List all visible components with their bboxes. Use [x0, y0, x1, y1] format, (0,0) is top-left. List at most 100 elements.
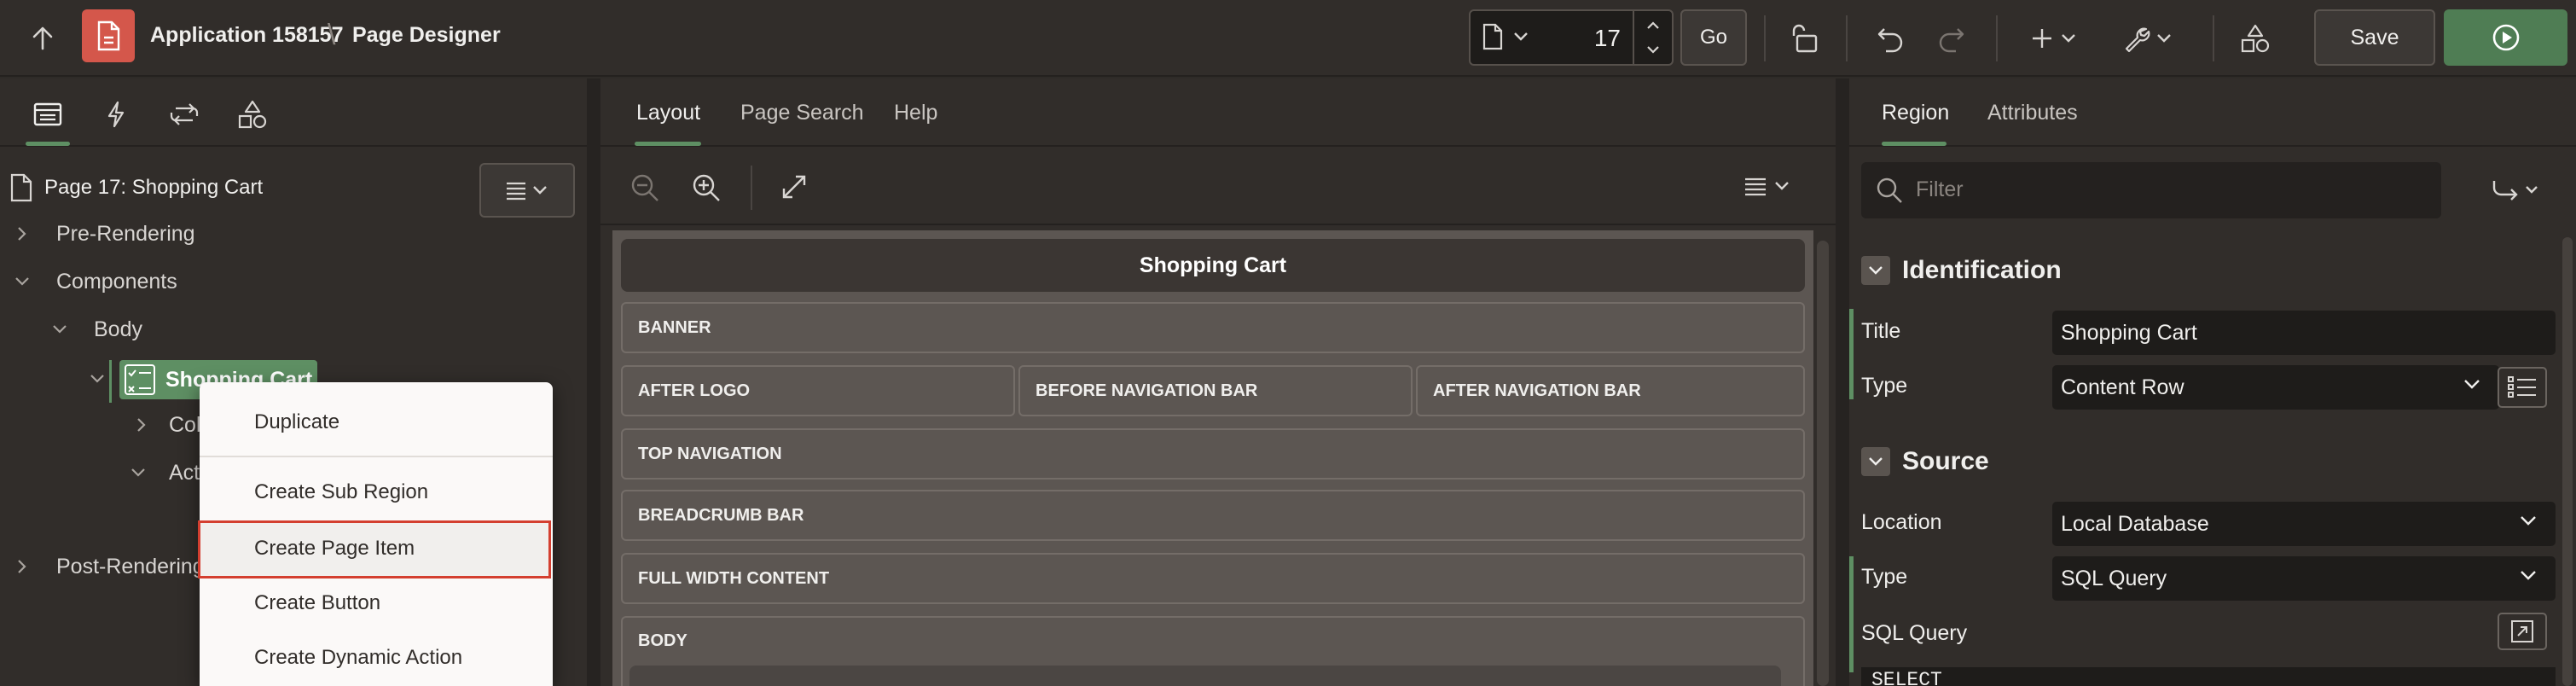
property-filter[interactable]: [1861, 162, 2441, 218]
property-location-select[interactable]: Local Database: [2052, 502, 2556, 546]
chevron-down-icon[interactable]: [14, 273, 31, 290]
chevron-down-icon[interactable]: [130, 464, 147, 481]
utilities-menu-button[interactable]: [2117, 12, 2182, 65]
chevron-down-icon[interactable]: [1513, 32, 1529, 42]
tab-region[interactable]: Region: [1882, 101, 1949, 125]
tree-node-columns[interactable]: Col: [133, 408, 201, 442]
property-source-type-select[interactable]: SQL Query: [2052, 556, 2556, 601]
collapse-toggle[interactable]: [1861, 256, 1890, 285]
collapse-toggle[interactable]: [1861, 447, 1890, 476]
layout-toolbar: [600, 148, 1836, 225]
page-selector[interactable]: 17: [1469, 9, 1674, 66]
zoom-in-icon[interactable]: [691, 172, 722, 203]
zoom-out-icon[interactable]: [629, 172, 660, 203]
chevron-down-icon[interactable]: [89, 370, 106, 387]
menu-item-create-button[interactable]: Create Button: [200, 577, 553, 630]
canvas-page-title[interactable]: Shopping Cart: [621, 239, 1805, 292]
application-icon[interactable]: [82, 9, 135, 62]
property-label-type: Type: [1861, 374, 1908, 398]
shared-components-icon[interactable]: [2230, 12, 2281, 65]
property-label-source-type: Type: [1861, 565, 1908, 589]
panel-splitter-left[interactable]: [587, 78, 600, 686]
toolbar-divider: [1996, 15, 1998, 61]
dynamic-actions-tab-icon[interactable]: [99, 96, 133, 133]
toolbar-divider: [751, 166, 752, 210]
property-label-title: Title: [1861, 319, 1901, 343]
menu-item-create-sub-region[interactable]: Create Sub Region: [200, 466, 553, 519]
sql-query-editor[interactable]: SELECT: [1861, 667, 2556, 686]
active-tab-indicator: [26, 142, 70, 146]
chevron-down-icon[interactable]: [51, 321, 68, 338]
menu-item-duplicate[interactable]: Duplicate: [200, 396, 553, 449]
tree-node-post-rendering[interactable]: Post-Rendering: [14, 549, 205, 584]
position-top-navigation[interactable]: TOP NAVIGATION: [621, 428, 1805, 480]
filter-input[interactable]: [1916, 172, 2428, 206]
tree-node-expander[interactable]: [89, 362, 106, 396]
code-editor-button[interactable]: [2498, 613, 2547, 650]
search-icon: [1875, 176, 1904, 205]
expand-icon[interactable]: [781, 174, 807, 200]
position-after-logo[interactable]: AFTER LOGO: [621, 365, 1015, 416]
list-of-values-button[interactable]: [2498, 367, 2547, 408]
tab-layout[interactable]: Layout: [636, 101, 700, 125]
property-type-select[interactable]: Content Row: [2052, 365, 2499, 410]
position-after-navigation-bar[interactable]: AFTER NAVIGATION BAR: [1416, 365, 1805, 416]
chevron-right-icon[interactable]: [133, 416, 150, 433]
position-before-navigation-bar[interactable]: BEFORE NAVIGATION BAR: [1018, 365, 1413, 416]
menu-item-create-dynamic-action[interactable]: Create Dynamic Action: [200, 631, 553, 684]
canvas-scrollbar[interactable]: [1817, 241, 1829, 686]
undo-icon[interactable]: [1865, 12, 1916, 65]
rendering-tab-icon[interactable]: [31, 96, 65, 133]
tab-page-search[interactable]: Page Search: [740, 101, 864, 125]
tab-attributes[interactable]: Attributes: [1987, 101, 2078, 125]
body-region-placeholder: [629, 666, 1781, 686]
panel-splitter-right[interactable]: [1836, 78, 1849, 686]
expand-editor-icon: [2511, 620, 2533, 642]
property-location-value: Local Database: [2061, 511, 2209, 536]
chevron-right-icon[interactable]: [14, 225, 31, 242]
property-title-field[interactable]: Shopping Cart: [2052, 311, 2556, 355]
chevron-down-icon: [2464, 380, 2480, 389]
chevron-down-icon[interactable]: [1646, 45, 1660, 54]
page-number-input[interactable]: 17: [1594, 25, 1621, 52]
position-full-width-content[interactable]: FULL WIDTH CONTENT: [621, 553, 1805, 604]
right-panel-tabs: Region Attributes: [1849, 78, 2576, 147]
redo-icon[interactable]: [1926, 12, 1977, 65]
tree-guide-line: [109, 360, 112, 403]
up-arrow-icon[interactable]: [19, 12, 67, 65]
shared-components-tab-icon[interactable]: [235, 96, 270, 133]
menu-divider: [200, 456, 553, 457]
tree-node-label: Post-Rendering: [56, 554, 205, 578]
page-designer-title: Page Designer: [352, 23, 501, 47]
section-identification[interactable]: Identification: [1861, 249, 2062, 292]
create-menu-button[interactable]: [2023, 12, 2088, 65]
tree-node-actions[interactable]: Act: [130, 456, 200, 490]
tree-node-pre-rendering[interactable]: Pre-Rendering: [14, 217, 195, 251]
section-source[interactable]: Source: [1861, 440, 1989, 483]
position-banner[interactable]: BANNER: [621, 302, 1805, 353]
tree-node-components[interactable]: Components: [14, 265, 177, 299]
save-button[interactable]: Save: [2314, 9, 2435, 66]
chevron-down-icon: [2521, 571, 2536, 580]
chevron-up-icon[interactable]: [1646, 21, 1660, 30]
processing-tab-icon[interactable]: [167, 96, 201, 133]
menu-item-create-page-item[interactable]: Create Page Item: [200, 522, 553, 575]
tab-help[interactable]: Help: [894, 101, 937, 125]
toolbar-divider: [1846, 15, 1848, 61]
position-breadcrumb-bar[interactable]: BREADCRUMB BAR: [621, 490, 1805, 541]
go-to-group-icon: [2492, 181, 2538, 201]
go-to-group-button[interactable]: [2474, 162, 2559, 218]
application-title[interactable]: Application 158157: [150, 23, 343, 48]
tree-node-body[interactable]: Body: [51, 312, 142, 346]
layout-menu-icon[interactable]: [1743, 176, 1793, 198]
page-number-stepper[interactable]: [1633, 11, 1672, 64]
layout-canvas: Shopping Cart BANNER AFTER LOGO BEFORE N…: [612, 230, 1813, 686]
chevron-right-icon[interactable]: [14, 558, 31, 575]
property-scrollbar[interactable]: [2562, 237, 2573, 686]
tree-menu-button[interactable]: [479, 163, 575, 218]
run-page-button[interactable]: [2444, 9, 2567, 66]
lock-icon[interactable]: [1779, 12, 1830, 65]
go-button[interactable]: Go: [1680, 9, 1747, 66]
tree-node-label: Pre-Rendering: [56, 221, 195, 246]
tree-root-page[interactable]: Page 17: Shopping Cart: [10, 171, 263, 205]
